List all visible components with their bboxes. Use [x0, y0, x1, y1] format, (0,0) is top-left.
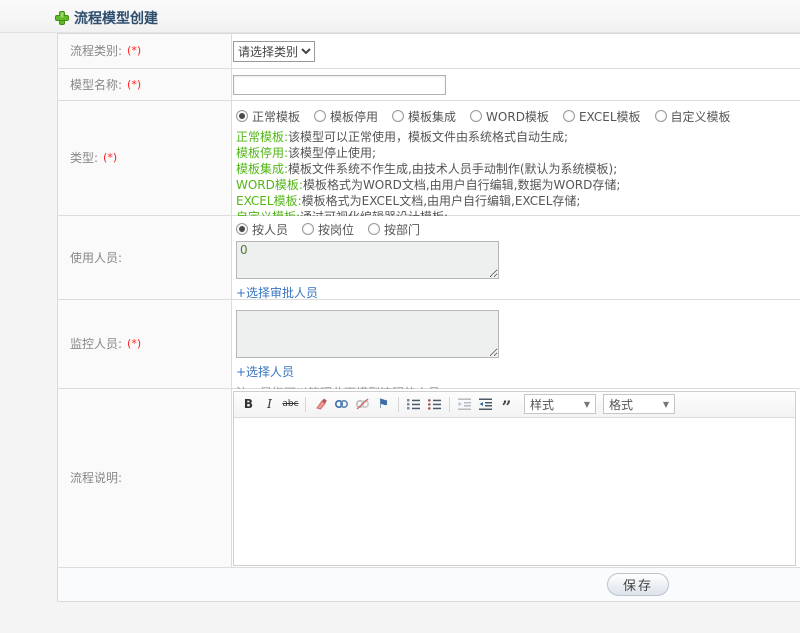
- radio-icon: [654, 110, 667, 123]
- row-users: 使用人员: 按人员 按岗位 按部门 0 +选择审批人员 注：是指允许使用此模型的…: [58, 215, 800, 321]
- chevron-down-icon: ▼: [583, 399, 590, 409]
- page-title-text: 流程模型创建: [74, 11, 158, 27]
- type-radio-group: 正常模板 模板停用 模板集成 WORD模板 EXCEL模板 自定义模板: [236, 108, 800, 125]
- remove-format-icon: [315, 398, 327, 410]
- blockquote-button[interactable]: ”: [496, 394, 517, 417]
- radio-by-post[interactable]: 按岗位: [302, 221, 354, 238]
- radio-icon: [236, 110, 248, 123]
- users-label: 使用人员:: [58, 215, 232, 299]
- unlink-icon: [355, 398, 370, 410]
- remove-format-button[interactable]: [310, 394, 331, 414]
- link-button[interactable]: [331, 394, 352, 414]
- required-mark: (*): [127, 44, 142, 58]
- form-panel: 流程类别: (*) 请选择类别 模型名称: (*) 类型: (*) 正常模板 模…: [57, 33, 800, 602]
- monitor-textarea[interactable]: [236, 309, 499, 358]
- radio-icon: [562, 110, 575, 123]
- type-desc-line: EXCEL模板:模板格式为EXCEL文档,由用户自行编辑,EXCEL存储;: [236, 193, 581, 208]
- format-dropdown[interactable]: 格式 ▼: [603, 394, 675, 415]
- radio-by-person[interactable]: 按人员: [236, 221, 288, 238]
- type-label: 类型: (*): [58, 100, 232, 215]
- editor-content-area[interactable]: [234, 417, 795, 565]
- ordered-list-icon: [407, 399, 420, 410]
- category-select[interactable]: 请选择类别: [233, 41, 315, 62]
- toolbar-separator: [449, 396, 450, 412]
- required-mark: (*): [103, 151, 118, 165]
- select-approver-link[interactable]: +选择审批人员: [236, 284, 318, 301]
- type-desc-line: 模板停用:该模型停止使用;: [236, 145, 377, 160]
- radio-icon: [392, 110, 405, 123]
- rich-text-editor: B I abc ⚑ ” 样式 ▼ 格式 ▼: [233, 390, 796, 566]
- strikethrough-button[interactable]: abc: [280, 394, 301, 414]
- radio-template-integrated[interactable]: 模板集成: [392, 108, 456, 125]
- outdent-icon: [458, 398, 471, 411]
- required-mark: (*): [127, 337, 142, 351]
- outdent-button: [454, 394, 475, 414]
- chevron-down-icon: ▼: [662, 399, 669, 409]
- users-textarea[interactable]: 0: [236, 240, 499, 279]
- radio-icon: [314, 110, 327, 123]
- ordered-list-button[interactable]: [403, 394, 424, 414]
- category-label: 流程类别: (*): [58, 34, 232, 68]
- bold-button[interactable]: B: [238, 394, 259, 414]
- type-descriptions: 正常模板:该模型可以正常使用，模板文件由系统格式自动生成; 模板停用:该模型停止…: [236, 129, 800, 225]
- page-title: 流程模型创建: [55, 8, 158, 28]
- editor-toolbar: B I abc ⚑ ” 样式 ▼ 格式 ▼: [234, 391, 795, 418]
- indent-icon: [479, 398, 492, 411]
- monitor-label: 监控人员: (*): [58, 299, 232, 388]
- radio-template-disabled[interactable]: 模板停用: [314, 108, 378, 125]
- toolbar-separator: [398, 396, 399, 412]
- row-model-name: 模型名称: (*): [58, 68, 800, 101]
- description-label: 流程说明:: [58, 388, 232, 568]
- unlink-button[interactable]: [352, 394, 373, 414]
- type-desc-line: 正常模板:该模型可以正常使用，模板文件由系统格式自动生成;: [236, 129, 569, 144]
- radio-custom-template[interactable]: 自定义模板: [654, 108, 731, 125]
- select-person-link[interactable]: +选择人员: [236, 363, 294, 380]
- unordered-list-button[interactable]: [424, 394, 445, 414]
- italic-button[interactable]: I: [259, 394, 280, 414]
- link-icon: [334, 400, 349, 409]
- toolbar-separator: [305, 396, 306, 412]
- model-name-label: 模型名称: (*): [58, 68, 232, 100]
- type-desc-line: WORD模板:模板格式为WORD文档,由用户自行编辑,数据为WORD存储;: [236, 177, 621, 192]
- indent-button[interactable]: [475, 394, 496, 414]
- unordered-list-icon: [428, 399, 441, 410]
- radio-icon: [236, 223, 248, 236]
- row-description: 流程说明: B I abc ⚑ ” 样式 ▼ 格式 ▼: [58, 388, 800, 569]
- anchor-flag-icon: ⚑: [377, 396, 390, 412]
- style-dropdown[interactable]: 样式 ▼: [524, 394, 596, 415]
- model-name-input[interactable]: [233, 74, 446, 95]
- row-category: 流程类别: (*) 请选择类别: [58, 34, 800, 69]
- type-desc-line: 模板集成:模板文件系统不作生成,由技术人员手动制作(默认为系统模板);: [236, 161, 618, 176]
- radio-word-template[interactable]: WORD模板: [470, 108, 549, 125]
- row-monitor: 监控人员: (*) +选择人员 注：是指可以管理此下模型流程的人员: [58, 299, 800, 400]
- required-mark: (*): [127, 77, 142, 91]
- plus-icon: [55, 11, 69, 25]
- anchor-flag-button[interactable]: ⚑: [373, 394, 394, 414]
- save-button[interactable]: 保存: [607, 573, 669, 597]
- radio-icon: [470, 110, 483, 123]
- row-type: 类型: (*) 正常模板 模板停用 模板集成 WORD模板 EXCEL模板 自定…: [58, 100, 800, 224]
- radio-excel-template[interactable]: EXCEL模板: [562, 108, 641, 125]
- radio-by-department[interactable]: 按部门: [368, 221, 420, 238]
- footer-bar: 保存: [58, 568, 800, 601]
- radio-icon: [302, 223, 315, 236]
- radio-normal-template[interactable]: 正常模板: [236, 108, 300, 125]
- radio-icon: [368, 223, 381, 236]
- users-radio-group: 按人员 按岗位 按部门: [236, 221, 800, 238]
